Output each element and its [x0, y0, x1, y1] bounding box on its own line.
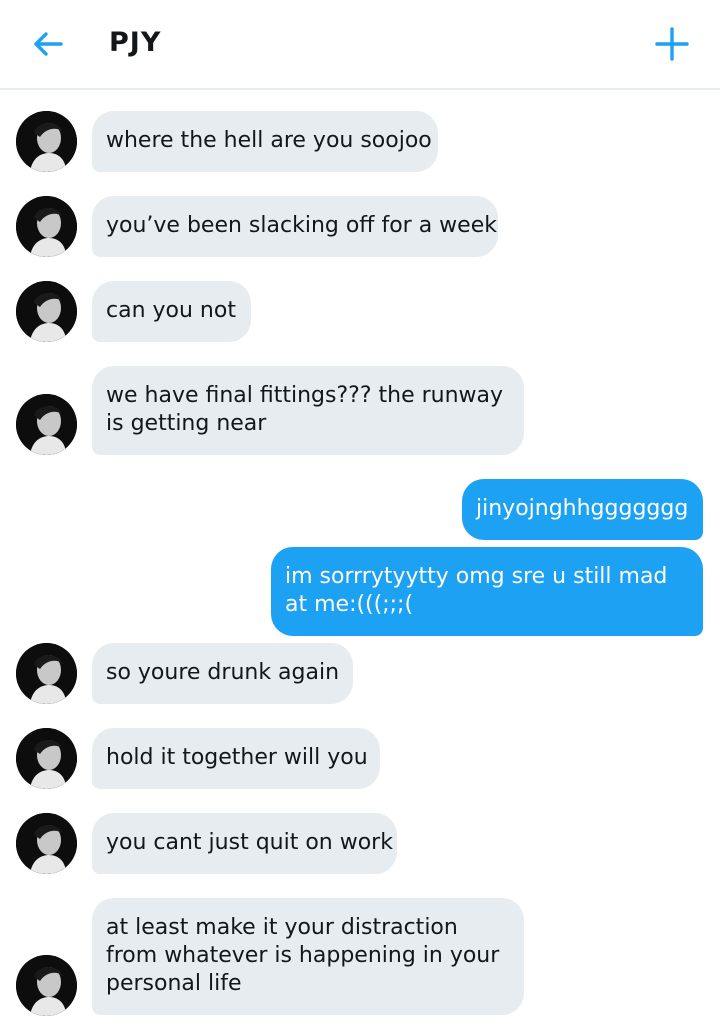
message-bubble-outgoing[interactable]: jinyojnghhggggggg — [462, 479, 703, 540]
message-text: personal life — [106, 971, 242, 996]
message-text: can you not — [106, 298, 236, 323]
message-text: jinyojnghhggggggg — [476, 496, 689, 521]
message-text: we have final fittings??? the runway — [106, 383, 504, 408]
arrow-left-icon[interactable] — [30, 26, 66, 62]
message-text: you’ve been slacking off for a week — [106, 213, 497, 238]
message-text: from whatever is happening in your — [106, 943, 500, 968]
message-bubble-incoming[interactable]: you’ve been slacking off for a week — [92, 196, 498, 257]
profile-photo-icon — [16, 196, 77, 257]
profile-photo-icon — [16, 281, 77, 342]
message-thread: where the hell are you soojoo you’ve bee… — [0, 92, 720, 1026]
message-text: where the hell are you soojoo — [106, 128, 432, 153]
message-bubble-outgoing[interactable]: im sorrrytyytty omg sre u still mad at m… — [271, 547, 703, 636]
profile-photo-icon — [16, 813, 77, 874]
conversation-title[interactable]: PJY — [109, 26, 161, 60]
profile-photo-icon — [16, 643, 77, 704]
message-bubble-incoming[interactable]: hold it together will you — [92, 728, 380, 789]
avatar[interactable] — [16, 111, 77, 172]
message-text: at least make it your distraction — [106, 915, 458, 940]
message-text: is getting near — [106, 411, 267, 436]
avatar[interactable] — [16, 281, 77, 342]
message-bubble-incoming[interactable]: at least make it your distraction from w… — [92, 898, 524, 1015]
message-bubble-incoming[interactable]: we have final fittings??? the runway is … — [92, 366, 524, 455]
message-bubble-incoming[interactable]: can you not — [92, 281, 251, 342]
avatar[interactable] — [16, 813, 77, 874]
avatar[interactable] — [16, 196, 77, 257]
message-text: so youre drunk again — [106, 660, 340, 685]
avatar[interactable] — [16, 728, 77, 789]
plus-icon[interactable] — [653, 25, 691, 63]
message-text: im sorrrytyytty omg sre u still mad — [285, 564, 668, 589]
profile-photo-icon — [16, 111, 77, 172]
chat-header: PJY — [0, 0, 720, 90]
profile-photo-icon — [16, 728, 77, 789]
message-bubble-incoming[interactable]: so youre drunk again — [92, 643, 353, 704]
message-bubble-incoming[interactable]: where the hell are you soojoo — [92, 111, 438, 172]
avatar[interactable] — [16, 643, 77, 704]
avatar[interactable] — [16, 394, 77, 455]
profile-photo-icon — [16, 394, 77, 455]
avatar[interactable] — [16, 955, 77, 1016]
message-text: you cant just quit on work — [106, 830, 393, 855]
message-text: at me:(((;;;( — [285, 592, 414, 617]
profile-photo-icon — [16, 955, 77, 1016]
message-bubble-incoming[interactable]: you cant just quit on work — [92, 813, 397, 874]
message-text: hold it together will you — [106, 745, 368, 770]
